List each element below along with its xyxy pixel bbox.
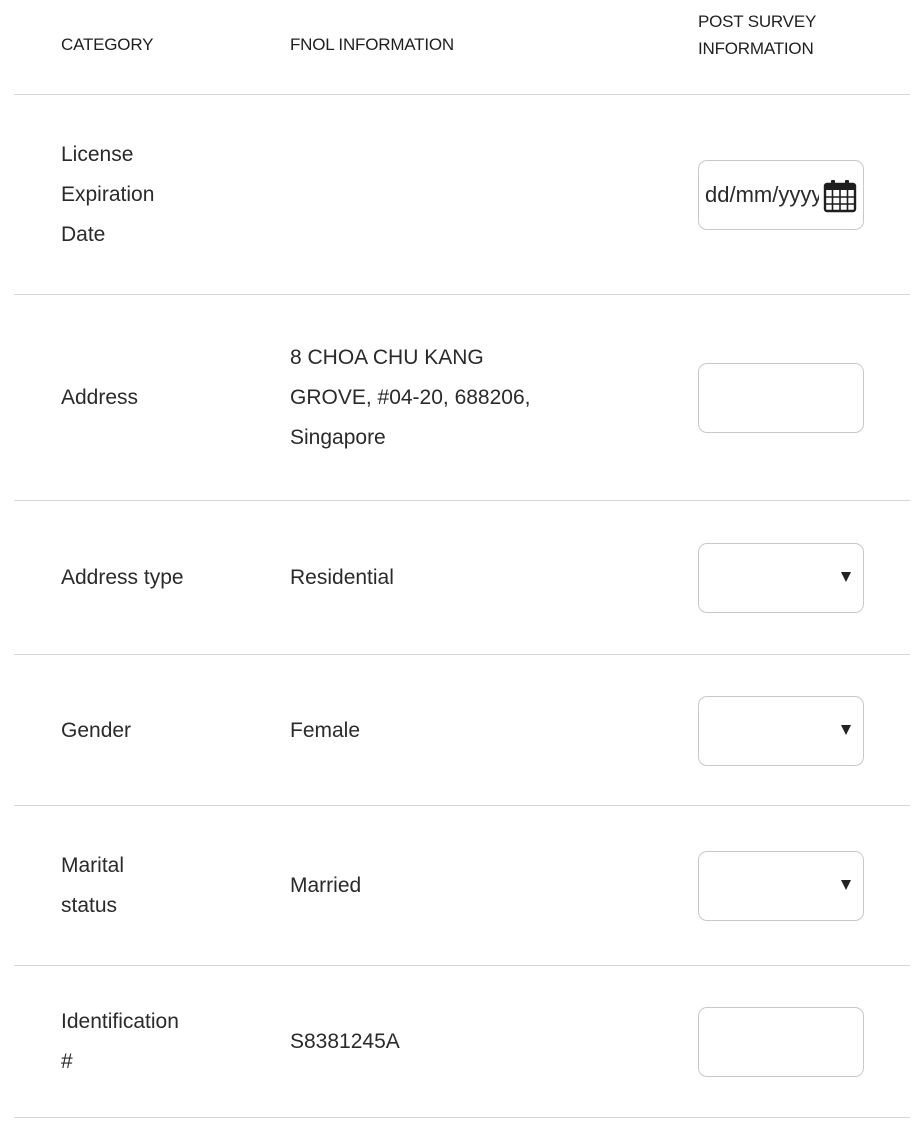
calendar-icon[interactable] — [822, 178, 858, 214]
fnol-value: S8381245A — [290, 1030, 400, 1053]
address-type-select[interactable] — [698, 543, 864, 613]
category-label: Identification # — [61, 1010, 179, 1073]
table-header: CATEGORY FNOL INFORMATION POST SURVEY IN… — [0, 0, 916, 95]
category-label: Marital status — [61, 854, 125, 917]
dropdown-caret-icon — [841, 572, 851, 582]
post-survey-cell — [698, 655, 868, 806]
gender-select[interactable] — [698, 695, 864, 766]
dropdown-caret-icon — [841, 724, 851, 735]
fnol-value — [290, 95, 620, 295]
post-survey-cell — [698, 501, 868, 655]
fnol-value: Female — [290, 718, 361, 742]
identification-input[interactable] — [698, 1007, 864, 1077]
date-placeholder: dd/mm/yyyy — [705, 182, 819, 207]
post-survey-cell — [698, 295, 868, 501]
address-input[interactable] — [698, 363, 864, 433]
table-row-address: Address 8 CHOA CHU KANG GROVE, #04-20, 6… — [0, 295, 916, 501]
fnol-value: Residential — [290, 566, 394, 589]
column-header-category: CATEGORY — [61, 35, 154, 54]
category-label: Address — [61, 386, 139, 409]
post-survey-cell — [698, 806, 868, 966]
table-row-address-type: Address type Residential — [0, 501, 916, 655]
category-label: License Expiration Date — [61, 143, 155, 246]
table-row-license-expiration-date: License Expiration Date dd/mm/yyyy — [0, 95, 916, 295]
category-label: Address type — [61, 566, 184, 589]
table-row-gender: Gender Female — [0, 655, 916, 806]
marital-status-select[interactable] — [698, 851, 864, 921]
table-row-identification: Identification # S8381245A — [0, 966, 916, 1118]
post-survey-cell — [698, 966, 868, 1118]
table-row-marital-status: Marital status Married — [0, 806, 916, 966]
row-divider — [14, 1117, 910, 1118]
fnol-value: Married — [290, 874, 362, 897]
license-expiration-date-input[interactable]: dd/mm/yyyy — [698, 160, 864, 230]
dropdown-caret-icon — [841, 880, 851, 890]
category-label: Gender — [61, 718, 132, 742]
fnol-value: 8 CHOA CHU KANG GROVE, #04-20, 688206, S… — [290, 346, 531, 449]
column-header-post-survey-information: POST SURVEY INFORMATION — [698, 12, 817, 58]
post-survey-cell: dd/mm/yyyy — [698, 95, 868, 295]
column-header-fnol-information: FNOL INFORMATION — [290, 35, 454, 54]
